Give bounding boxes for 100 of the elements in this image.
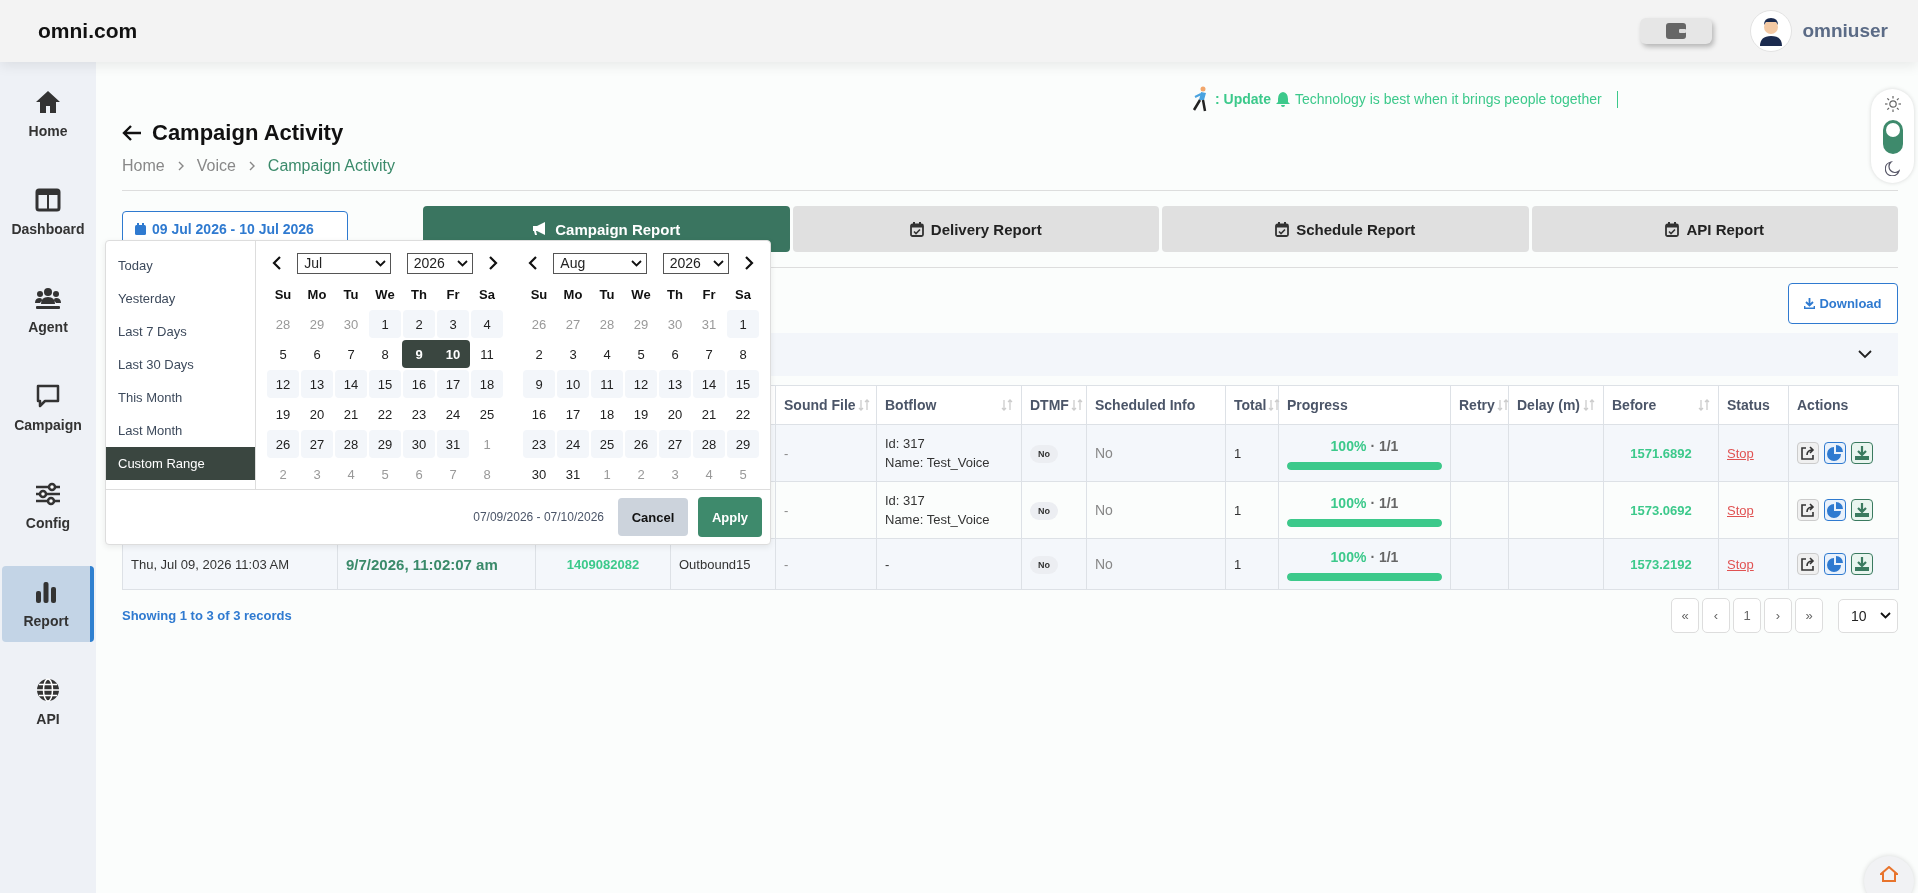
report-tab[interactable]: Delivery Report (792, 206, 1159, 252)
calendar-day[interactable]: 10 (557, 370, 589, 398)
calendar-day[interactable]: 19 (267, 400, 299, 428)
calendar-day[interactable]: 3 (437, 310, 469, 338)
calendar-day[interactable]: 15 (727, 370, 759, 398)
calendar-day[interactable]: 30 (403, 430, 435, 458)
calendar-day[interactable]: 23 (523, 430, 555, 458)
previous-month-icon[interactable] (272, 256, 282, 270)
calendar-day[interactable]: 9 (523, 370, 555, 398)
avatar-icon[interactable] (1750, 10, 1793, 52)
report-tab[interactable]: Schedule Report (1162, 206, 1529, 252)
calendar-day[interactable]: 22 (369, 400, 401, 428)
sidebar-item[interactable]: Dashboard (2, 174, 94, 250)
calendar-day[interactable]: 23 (403, 400, 435, 428)
calendar-day[interactable]: 12 (625, 370, 657, 398)
apply-button[interactable]: Apply (698, 497, 762, 537)
page-button[interactable]: › (1764, 598, 1792, 633)
sidebar-item[interactable]: Campaign (2, 370, 94, 446)
calendar-day[interactable]: 17 (557, 400, 589, 428)
column-header[interactable]: DTMF (1021, 385, 1087, 425)
next-month-icon[interactable] (744, 256, 754, 270)
sun-icon[interactable] (1884, 96, 1901, 112)
page-button[interactable]: « (1671, 598, 1699, 633)
previous-month-icon[interactable] (528, 256, 538, 270)
stop-link[interactable]: Stop (1727, 445, 1754, 461)
calendar-day[interactable]: 24 (437, 400, 469, 428)
year-select[interactable]: 2026 (662, 252, 729, 274)
calendar-day[interactable]: 22 (727, 400, 759, 428)
calendar-day[interactable]: 14 (335, 370, 367, 398)
stop-link[interactable]: Stop (1727, 556, 1754, 572)
back-arrow-icon[interactable] (122, 124, 142, 142)
calendar-day[interactable]: 11 (591, 370, 623, 398)
calendar-day[interactable]: 15 (369, 370, 401, 398)
sidebar-item[interactable]: API (2, 664, 94, 740)
calendar-day[interactable]: 5 (267, 340, 299, 368)
calendar-day[interactable]: 10 (436, 340, 470, 368)
page-size-select[interactable]: 10 (1838, 598, 1898, 633)
calendar-day[interactable]: 18 (471, 370, 503, 398)
save-button[interactable] (1851, 553, 1873, 575)
calendar-day[interactable]: 11 (471, 340, 503, 368)
calendar-day[interactable]: 16 (523, 400, 555, 428)
column-header[interactable]: Retry (1450, 385, 1509, 425)
next-month-icon[interactable] (488, 256, 498, 270)
month-select[interactable]: Jul (297, 252, 392, 274)
column-header[interactable]: Botflow (876, 385, 1022, 425)
sidebar-item[interactable]: Config (2, 468, 94, 544)
pie-chart-button[interactable] (1824, 499, 1846, 521)
home-fab-button[interactable] (1864, 856, 1914, 893)
calendar-day[interactable]: 2 (403, 310, 435, 338)
calendar-day[interactable]: 4 (591, 340, 623, 368)
calendar-day[interactable]: 31 (437, 430, 469, 458)
stop-link[interactable]: Stop (1727, 502, 1754, 518)
calendar-day[interactable]: 21 (693, 400, 725, 428)
calendar-day[interactable]: 16 (403, 370, 435, 398)
calendar-day[interactable]: 18 (591, 400, 623, 428)
calendar-day[interactable]: 14 (693, 370, 725, 398)
save-button[interactable] (1851, 499, 1873, 521)
calendar-day[interactable]: 5 (625, 340, 657, 368)
page-button[interactable]: ‹ (1702, 598, 1730, 633)
column-header[interactable]: Total (1225, 385, 1279, 425)
range-option[interactable]: Last 7 Days (106, 315, 255, 348)
calendar-day[interactable]: 20 (659, 400, 691, 428)
range-option[interactable]: Custom Range (106, 447, 255, 480)
page-button[interactable]: 1 (1733, 598, 1761, 633)
page-button[interactable]: » (1795, 598, 1823, 633)
calendar-day[interactable]: 2 (523, 340, 555, 368)
calendar-day[interactable]: 28 (693, 430, 725, 458)
sidebar-item[interactable]: Home (2, 76, 94, 152)
calendar-day[interactable]: 30 (523, 460, 555, 488)
calendar-day[interactable]: 7 (693, 340, 725, 368)
share-button[interactable] (1797, 499, 1819, 521)
calendar-day[interactable]: 27 (301, 430, 333, 458)
breadcrumb-link[interactable]: Home (122, 157, 165, 175)
calendar-day[interactable]: 4 (471, 310, 503, 338)
calendar-day[interactable]: 3 (557, 340, 589, 368)
calendar-day[interactable]: 29 (727, 430, 759, 458)
user-name[interactable]: omniuser (1802, 20, 1888, 42)
column-header[interactable]: Delay (m) (1508, 385, 1604, 425)
pie-chart-button[interactable] (1824, 442, 1846, 464)
save-button[interactable] (1851, 442, 1873, 464)
calendar-day[interactable]: 24 (557, 430, 589, 458)
calendar-day[interactable]: 6 (301, 340, 333, 368)
share-button[interactable] (1797, 553, 1819, 575)
report-tab[interactable]: API Report (1531, 206, 1898, 252)
range-option[interactable]: Yesterday (106, 282, 255, 315)
download-button[interactable]: Download (1788, 283, 1898, 324)
pie-chart-button[interactable] (1824, 553, 1846, 575)
theme-switch[interactable] (1882, 119, 1903, 154)
calendar-day[interactable]: 1 (727, 310, 759, 338)
range-option[interactable]: This Month (106, 381, 255, 414)
breadcrumb-link[interactable]: Campaign Activity (267, 157, 395, 175)
breadcrumb-link[interactable]: Voice (196, 157, 236, 175)
calendar-day[interactable]: 8 (369, 340, 401, 368)
calendar-day[interactable]: 25 (591, 430, 623, 458)
calendar-day[interactable]: 13 (659, 370, 691, 398)
calendar-day[interactable]: 8 (727, 340, 759, 368)
column-header[interactable]: Before (1603, 385, 1719, 425)
calendar-day[interactable]: 19 (625, 400, 657, 428)
sidebar-item[interactable]: Report (2, 566, 94, 642)
wallet-button[interactable] (1640, 18, 1713, 44)
